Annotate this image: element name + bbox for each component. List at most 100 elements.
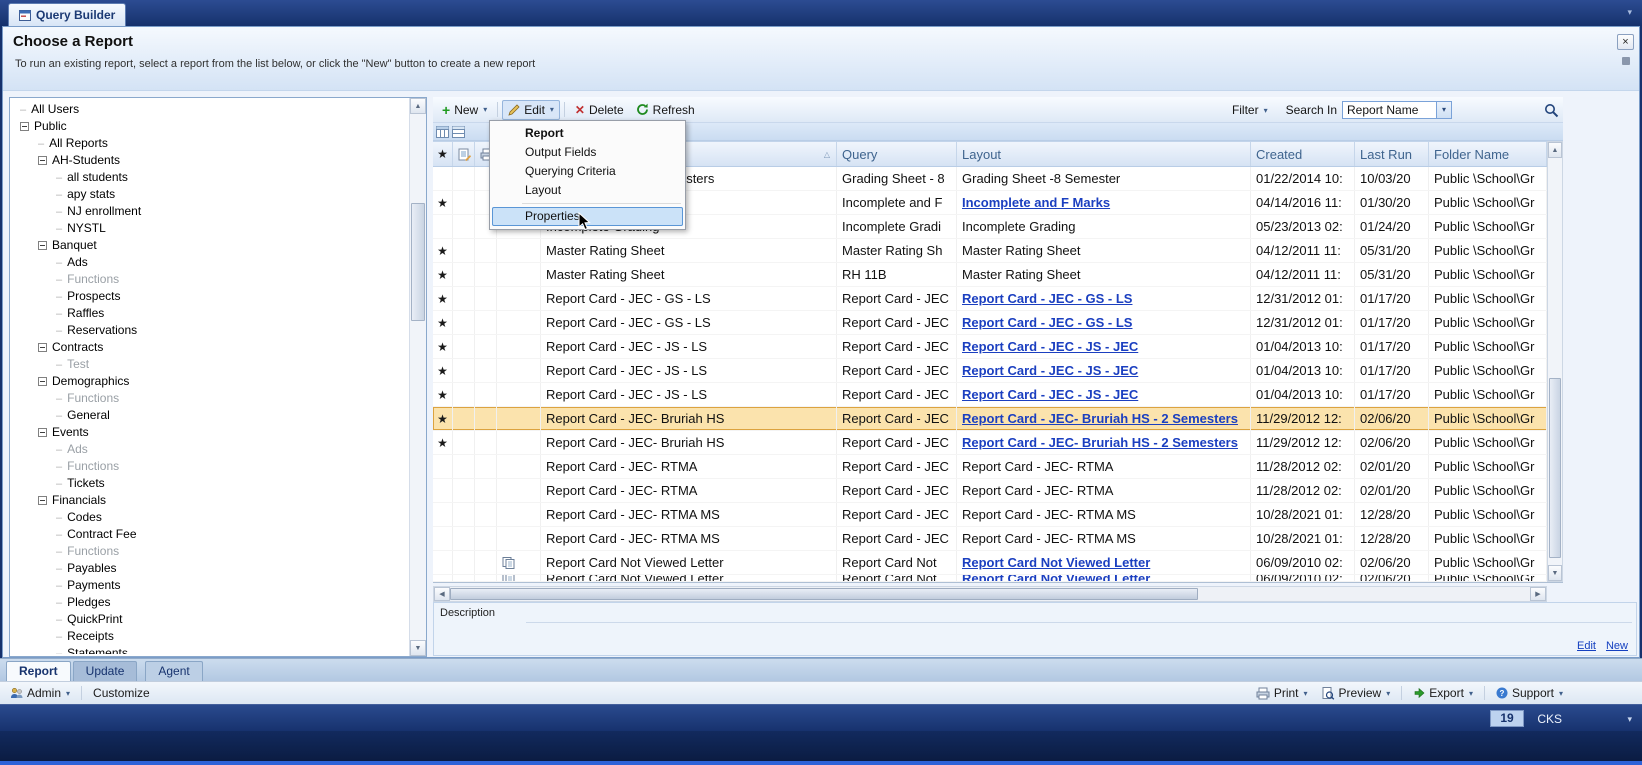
support-button[interactable]: ? Support ▾ (1491, 684, 1568, 703)
report-row[interactable]: Report Card Not Viewed LetterReport Card… (433, 551, 1547, 575)
tree-item-financials[interactable]: Financials (12, 492, 407, 509)
scroll-down-icon[interactable]: ▼ (1548, 565, 1562, 581)
collapse-icon[interactable] (20, 122, 29, 131)
tree-item-functions[interactable]: –Functions (12, 271, 407, 288)
tree-item-functions[interactable]: –Functions (12, 543, 407, 560)
tree-item-contracts[interactable]: Contracts (12, 339, 407, 356)
layout-link[interactable]: Report Card - JEC - GS - LS (962, 315, 1132, 330)
grid-horizontal-scrollbar[interactable]: ◀ ▶ (433, 586, 1547, 602)
tree-item-quickprint[interactable]: –QuickPrint (12, 611, 407, 628)
refresh-button[interactable]: Refresh (630, 100, 701, 120)
tree-item-ah-students[interactable]: AH-Students (12, 152, 407, 169)
layout-link[interactable]: Report Card - JEC - GS - LS (962, 291, 1132, 306)
report-row[interactable]: ★Report Card - JEC - GS - LSReport Card … (433, 311, 1547, 335)
tree-item-prospects[interactable]: –Prospects (12, 288, 407, 305)
layout-link[interactable]: Report Card - JEC- Bruriah HS - 2 Semest… (962, 435, 1238, 450)
tree-item-all-students[interactable]: –all students (12, 169, 407, 186)
tree-item-all-users[interactable]: –All Users (12, 101, 407, 118)
export-button[interactable]: Export ▾ (1408, 684, 1478, 703)
report-row[interactable]: ★Report Card - JEC - JS - LSReport Card … (433, 335, 1547, 359)
grid-hscrollbar-thumb[interactable] (450, 588, 1198, 600)
tree-item-codes[interactable]: –Codes (12, 509, 407, 526)
scroll-left-icon[interactable]: ◀ (434, 587, 450, 601)
tree-item-reservations[interactable]: –Reservations (12, 322, 407, 339)
report-row[interactable]: ★Report Card - JEC - JS - LSReport Card … (433, 359, 1547, 383)
tree-item-nj-enrollment[interactable]: –NJ enrollment (12, 203, 407, 220)
new-button[interactable]: + New ▾ (436, 100, 493, 120)
column-header-last-run[interactable]: Last Run (1355, 142, 1429, 166)
report-row[interactable]: ★Report Card - JEC- Bruriah HSReport Car… (433, 407, 1547, 431)
tree-item-ads[interactable]: –Ads (12, 441, 407, 458)
menu-item-output-fields[interactable]: Output Fields (492, 143, 683, 162)
report-row[interactable]: ★Master Rating SheetRH 11BMaster Rating … (433, 263, 1547, 287)
tree-item-nystl[interactable]: –NYSTL (12, 220, 407, 237)
menu-item-querying-criteria[interactable]: Querying Criteria (492, 162, 683, 181)
delete-button[interactable]: ✕ Delete (569, 100, 630, 120)
tree-item-pledges[interactable]: –Pledges (12, 594, 407, 611)
report-row[interactable]: ★Report Card - JEC- Bruriah HSReport Car… (433, 431, 1547, 455)
tree-item-apy-stats[interactable]: –apy stats (12, 186, 407, 203)
tab-query-builder[interactable]: Query Builder (8, 3, 126, 26)
report-row[interactable]: Report Card - JEC- RTMA MSReport Card - … (433, 503, 1547, 527)
description-edit-link[interactable]: Edit (1577, 640, 1596, 652)
search-icon[interactable] (1544, 103, 1559, 118)
report-row[interactable]: Report Card - JEC- RTMAReport Card - JEC… (433, 479, 1547, 503)
report-row[interactable]: ★Master Rating SheetMaster Rating ShMast… (433, 239, 1547, 263)
collapse-icon[interactable] (38, 496, 47, 505)
menu-item-layout[interactable]: Layout (492, 181, 683, 200)
statusbar-chevron-icon[interactable]: ▾ (1627, 714, 1632, 725)
report-row[interactable]: ★Report Card - JEC - GS - LSReport Card … (433, 287, 1547, 311)
collapse-icon[interactable] (38, 428, 47, 437)
card-view-icon[interactable] (452, 126, 465, 138)
layout-link[interactable]: Report Card - JEC - JS - JEC (962, 363, 1138, 378)
filter-button[interactable]: Filter ▾ (1226, 100, 1274, 120)
tree-item-payables[interactable]: –Payables (12, 560, 407, 577)
column-header-created[interactable]: Created (1251, 142, 1355, 166)
layout-link[interactable]: Report Card - JEC - JS - JEC (962, 339, 1138, 354)
column-header-layout[interactable]: Layout (957, 142, 1251, 166)
tree-item-contract-fee[interactable]: –Contract Fee (12, 526, 407, 543)
tree-item-statements[interactable]: –Statements (12, 645, 407, 654)
collapse-icon[interactable] (38, 377, 47, 386)
pin-icon[interactable] (1622, 57, 1630, 65)
scroll-up-icon[interactable]: ▲ (1548, 142, 1562, 158)
menu-item-report[interactable]: Report (492, 124, 683, 143)
report-row[interactable]: Report Card - JEC- RTMA MSReport Card - … (433, 527, 1547, 551)
layout-link[interactable]: Report Card Not Viewed Letter (962, 575, 1150, 581)
preview-button[interactable]: Preview ▾ (1317, 684, 1396, 703)
grid-view-icon[interactable] (436, 126, 449, 138)
collapse-icon[interactable] (38, 241, 47, 250)
tree-item-general[interactable]: –General (12, 407, 407, 424)
report-row[interactable]: Report Card Not Viewed LetterReport Card… (433, 575, 1547, 582)
tab-agent[interactable]: Agent (145, 661, 202, 681)
combobox-dropdown-icon[interactable]: ▾ (1436, 102, 1451, 118)
tree-item-tickets[interactable]: –Tickets (12, 475, 407, 492)
search-in-combobox[interactable]: Report Name ▾ (1342, 101, 1452, 119)
titlebar-chevron-icon[interactable]: ▾ (1627, 7, 1632, 18)
report-row[interactable]: ★Report Card - JEC - JS - LSReport Card … (433, 383, 1547, 407)
tree-item-demographics[interactable]: Demographics (12, 373, 407, 390)
layout-link[interactable]: Report Card Not Viewed Letter (962, 555, 1150, 570)
tree-item-banquet[interactable]: Banquet (12, 237, 407, 254)
tree-item-functions[interactable]: –Functions (12, 458, 407, 475)
scroll-right-icon[interactable]: ▶ (1530, 587, 1546, 601)
form-column-header[interactable] (453, 142, 475, 166)
grid-scrollbar-thumb[interactable] (1549, 378, 1561, 558)
close-button[interactable]: × (1617, 34, 1634, 50)
tree-item-payments[interactable]: –Payments (12, 577, 407, 594)
tree-item-raffles[interactable]: –Raffles (12, 305, 407, 322)
collapse-icon[interactable] (38, 156, 47, 165)
column-header-folder-name[interactable]: Folder Name (1429, 142, 1547, 166)
tree-item-events[interactable]: Events (12, 424, 407, 441)
tree-scrollbar[interactable]: ▲ ▼ (409, 98, 426, 656)
column-header-query[interactable]: Query (837, 142, 957, 166)
layout-link[interactable]: Incomplete and F Marks (962, 195, 1110, 210)
star-column-header[interactable]: ★ (433, 142, 453, 166)
collapse-icon[interactable] (38, 343, 47, 352)
tree-item-public[interactable]: Public (12, 118, 407, 135)
tab-update[interactable]: Update (73, 661, 138, 681)
layout-link[interactable]: Report Card - JEC - JS - JEC (962, 387, 1138, 402)
grid-vertical-scrollbar[interactable]: ▲ ▼ (1547, 141, 1563, 582)
edit-button[interactable]: Edit ▾ (502, 100, 560, 120)
tree-item-test[interactable]: –Test (12, 356, 407, 373)
